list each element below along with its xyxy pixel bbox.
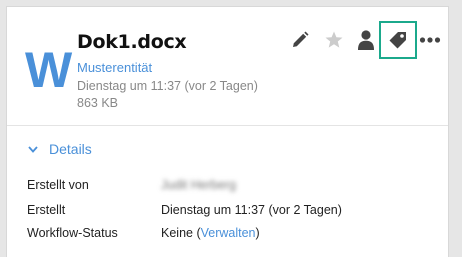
user-icon [358,30,374,50]
star-icon [325,31,343,48]
chevron-down-icon [28,146,38,153]
created-date: Dienstag um 11:37 (vor 2 Tagen) [161,203,342,217]
entity-link[interactable]: Musterentität [77,60,152,75]
workflow-status-prefix: Keine ( [161,226,201,240]
creator-name: Judit Herberg [161,178,237,192]
detail-key: Erstellt [27,203,66,217]
divider [7,125,448,126]
favorite-button[interactable] [321,27,347,53]
more-icon [419,37,441,43]
modified-date: Dienstag um 11:37 (vor 2 Tagen) [77,79,258,93]
tag-icon [389,32,406,49]
file-name: Dok1.docx [77,31,187,53]
details-toggle-label: Details [49,141,92,157]
detail-key: Erstellt von [27,178,89,192]
manage-workflow-link[interactable]: Verwalten [201,226,256,240]
file-size: 863 KB [77,96,119,110]
file-details-panel: W Dok1.docx Musterentität Dienstag um 11… [6,6,449,257]
edit-button[interactable] [287,27,313,53]
workflow-status: Keine (Verwalten) [161,226,260,240]
edit-icon [293,31,309,47]
word-document-icon: W [25,42,72,98]
detail-key: Workflow-Status [27,226,118,240]
workflow-status-suffix: ) [255,226,260,240]
more-button[interactable] [417,27,443,53]
tag-button[interactable] [379,21,417,59]
share-user-button[interactable] [353,27,379,53]
details-toggle[interactable]: Details [27,141,92,157]
